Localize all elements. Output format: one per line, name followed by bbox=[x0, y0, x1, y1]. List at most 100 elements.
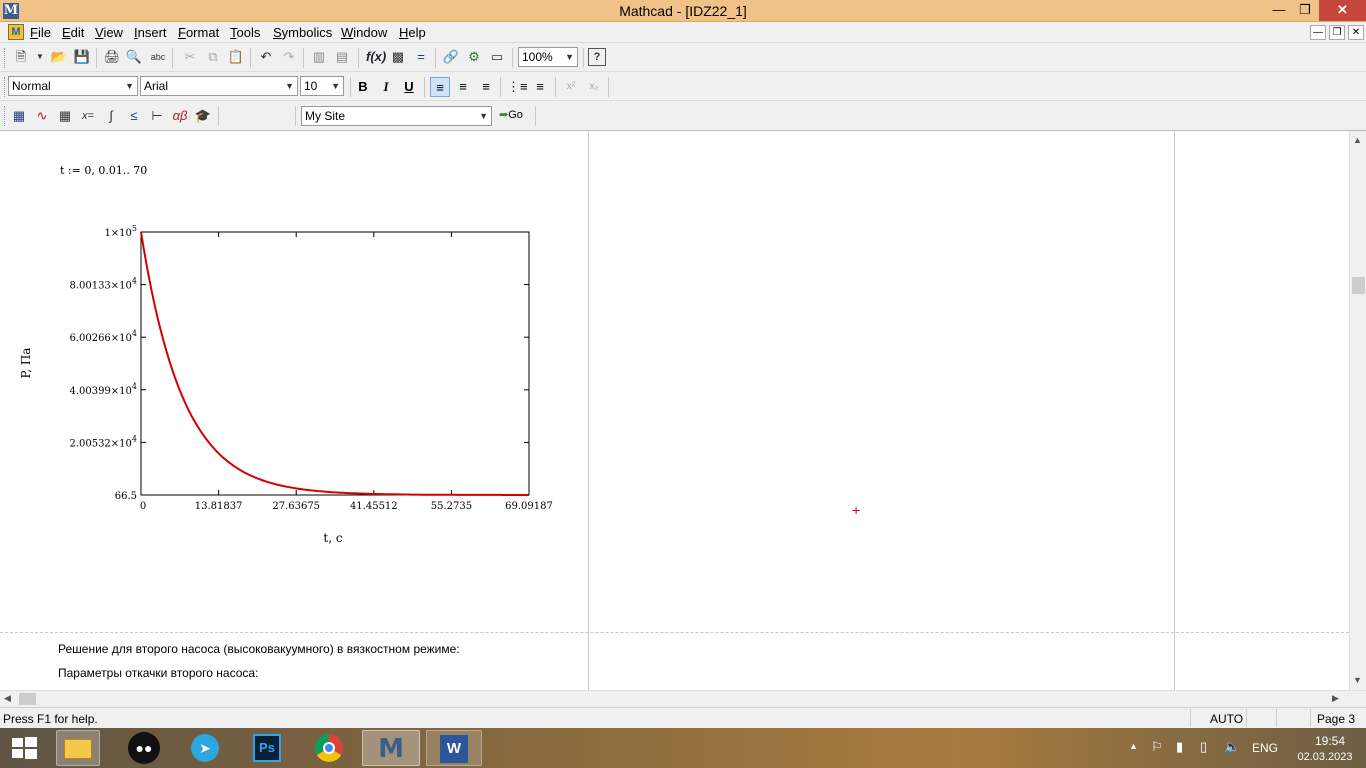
insert-hyperlink-icon[interactable]: 🔗 bbox=[442, 48, 460, 66]
menu-format[interactable]: Format bbox=[178, 25, 219, 40]
status-bar: Press F1 for help. AUTO Page 3 bbox=[0, 707, 1366, 728]
site-select[interactable]: My Site ▼ bbox=[301, 106, 492, 126]
align-right-icon[interactable]: ≡ bbox=[476, 77, 496, 97]
align-left-icon[interactable]: ≡ bbox=[430, 77, 450, 97]
horizontal-scrollbar[interactable]: ◀ ▶ bbox=[0, 690, 1366, 707]
spellcheck-icon[interactable]: abc bbox=[149, 48, 167, 66]
status-help-text: Press F1 for help. bbox=[3, 712, 98, 726]
align-across-icon[interactable]: ▥ bbox=[310, 48, 328, 66]
photoshop-icon[interactable]: Ps bbox=[245, 730, 289, 766]
network-icon[interactable]: ▯ bbox=[1200, 739, 1207, 755]
scroll-right-icon[interactable]: ▶ bbox=[1332, 693, 1339, 704]
plot-region[interactable]: 0 13.81837 27.63675 41.45512 55.2735 69.09187… bbox=[0, 131, 588, 561]
font-size-select[interactable]: 10 ▼ bbox=[300, 76, 344, 96]
bold-button[interactable]: B bbox=[353, 77, 373, 97]
programming-toolbar-icon[interactable]: ⊢ bbox=[148, 107, 166, 125]
y-tick-label: 4.00399×104 bbox=[69, 382, 137, 397]
graph-toolbar-icon[interactable]: ∿ bbox=[33, 107, 51, 125]
cut-icon[interactable]: ✂ bbox=[181, 48, 199, 66]
italic-button[interactable]: I bbox=[376, 77, 396, 97]
boolean-toolbar-icon[interactable]: ≤ bbox=[125, 107, 143, 125]
new-icon[interactable]: 🗎 bbox=[12, 48, 30, 66]
underline-button[interactable]: U bbox=[399, 77, 419, 97]
page-boundary bbox=[1174, 131, 1175, 690]
menu-symbolics[interactable]: Symbolics bbox=[273, 25, 332, 40]
menu-file[interactable]: File bbox=[30, 25, 51, 40]
align-down-icon[interactable]: ▤ bbox=[333, 48, 351, 66]
subscript-icon[interactable]: x₂ bbox=[584, 77, 604, 97]
restore-icon[interactable]: ❐ bbox=[1292, 0, 1318, 21]
calculus-toolbar-icon[interactable]: ∫ bbox=[102, 107, 120, 125]
resource-center-icon[interactable]: ▭ bbox=[488, 48, 506, 66]
calculator-toolbar-icon[interactable]: ▦ bbox=[10, 107, 28, 125]
redo-icon[interactable]: ↷ bbox=[280, 48, 298, 66]
scroll-up-icon[interactable]: ▲ bbox=[1353, 135, 1362, 145]
clock-time[interactable]: 19:54 bbox=[1300, 734, 1360, 748]
bullets-icon[interactable]: ⋮≡ bbox=[507, 77, 528, 97]
action-center-icon[interactable]: ⚐ bbox=[1151, 739, 1163, 755]
menu-tools[interactable]: Tools bbox=[230, 25, 260, 40]
horizontal-scroll-thumb[interactable] bbox=[19, 693, 36, 705]
new-dropdown-icon[interactable]: ▼ bbox=[31, 48, 49, 66]
undo-icon[interactable]: ↶ bbox=[257, 48, 275, 66]
plot-frame bbox=[140, 231, 530, 496]
print-icon[interactable]: 🖨 bbox=[103, 48, 121, 66]
open-icon[interactable]: 📂 bbox=[50, 48, 68, 66]
doc-close-icon[interactable]: ✕ bbox=[1348, 25, 1364, 40]
align-center-icon[interactable]: ≡ bbox=[453, 77, 473, 97]
menu-window[interactable]: Window bbox=[341, 25, 387, 40]
superscript-icon[interactable]: x² bbox=[561, 77, 581, 97]
print-preview-icon[interactable]: 🔍 bbox=[125, 48, 143, 66]
x-tick-label: 27.63675 bbox=[272, 501, 320, 512]
doc-restore-icon[interactable]: ❐ bbox=[1329, 25, 1345, 40]
insert-function-icon[interactable]: f(x) bbox=[366, 48, 386, 66]
explorer-icon[interactable] bbox=[56, 730, 100, 766]
insertion-crosshair: + bbox=[852, 502, 861, 518]
formatting-toolbar: Normal ▼ Arial ▼ 10 ▼ B I U ≡ ≡ ≡ ⋮≡ ≡ x² x… bbox=[0, 72, 1366, 101]
insert-component-icon[interactable]: ⚙ bbox=[465, 48, 483, 66]
scroll-left-icon[interactable]: ◀ bbox=[4, 693, 11, 704]
copy-icon[interactable]: ⧉ bbox=[204, 48, 222, 66]
telegram-icon[interactable]: ➤ bbox=[183, 730, 227, 766]
minimize-icon[interactable]: — bbox=[1266, 0, 1292, 21]
text-region[interactable]: Параметры откачки второго насоса: bbox=[58, 666, 258, 680]
doc-minimize-icon[interactable]: — bbox=[1310, 25, 1326, 40]
save-icon[interactable]: 💾 bbox=[73, 48, 91, 66]
menu-view[interactable]: View bbox=[95, 25, 123, 40]
vertical-scrollbar[interactable]: ▲ ▼ bbox=[1349, 131, 1366, 690]
insert-unit-icon[interactable]: ▩ bbox=[389, 48, 407, 66]
style-select[interactable]: Normal ▼ bbox=[8, 76, 138, 96]
word-icon[interactable]: W bbox=[426, 730, 482, 766]
text-region[interactable]: Решение для второго насоса (высоковакуум… bbox=[58, 642, 460, 656]
greek-toolbar-icon[interactable]: αβ bbox=[171, 107, 189, 125]
clock-date[interactable]: 02.03.2023 bbox=[1290, 751, 1360, 763]
menu-help[interactable]: Help bbox=[399, 25, 426, 40]
chrome-icon[interactable] bbox=[307, 730, 351, 766]
vertical-scroll-thumb[interactable] bbox=[1352, 277, 1365, 294]
battery-icon[interactable]: ▮ bbox=[1176, 739, 1183, 755]
volume-icon[interactable]: 🔈 bbox=[1224, 739, 1240, 755]
calculate-icon[interactable]: = bbox=[412, 48, 430, 66]
show-hidden-icons[interactable]: ▲ bbox=[1129, 741, 1138, 751]
symbolic-toolbar-icon[interactable]: 🎓 bbox=[194, 107, 212, 125]
start-button[interactable] bbox=[10, 736, 38, 760]
zoom-select[interactable]: 100% ▼ bbox=[518, 47, 578, 67]
app-owl-icon[interactable]: ●● bbox=[122, 730, 166, 766]
font-select[interactable]: Arial ▼ bbox=[140, 76, 298, 96]
menu-insert[interactable]: Insert bbox=[134, 25, 167, 40]
page-indicator: Page 3 bbox=[1317, 712, 1356, 726]
y-tick-label: 2.00532×104 bbox=[69, 434, 137, 449]
scroll-down-icon[interactable]: ▼ bbox=[1353, 675, 1362, 685]
numbering-icon[interactable]: ≡ bbox=[530, 77, 550, 97]
menu-edit[interactable]: Edit bbox=[62, 25, 84, 40]
paste-icon[interactable]: 📋 bbox=[227, 48, 245, 66]
worksheet[interactable]: t := 0, 0.01.. 70 0 13.81837 27.63675 41.45… bbox=[0, 131, 1349, 690]
mathcad-taskbar-icon[interactable]: M bbox=[362, 730, 420, 766]
language-indicator[interactable]: ENG bbox=[1252, 741, 1278, 755]
document-icon[interactable]: M bbox=[8, 24, 24, 40]
close-icon[interactable]: ✕ bbox=[1319, 0, 1366, 21]
go-button[interactable]: ➦Go bbox=[499, 108, 523, 121]
matrix-toolbar-icon[interactable]: ▦ bbox=[56, 107, 74, 125]
help-icon[interactable]: ? bbox=[588, 48, 606, 66]
evaluation-toolbar-icon[interactable]: x= bbox=[79, 107, 97, 125]
